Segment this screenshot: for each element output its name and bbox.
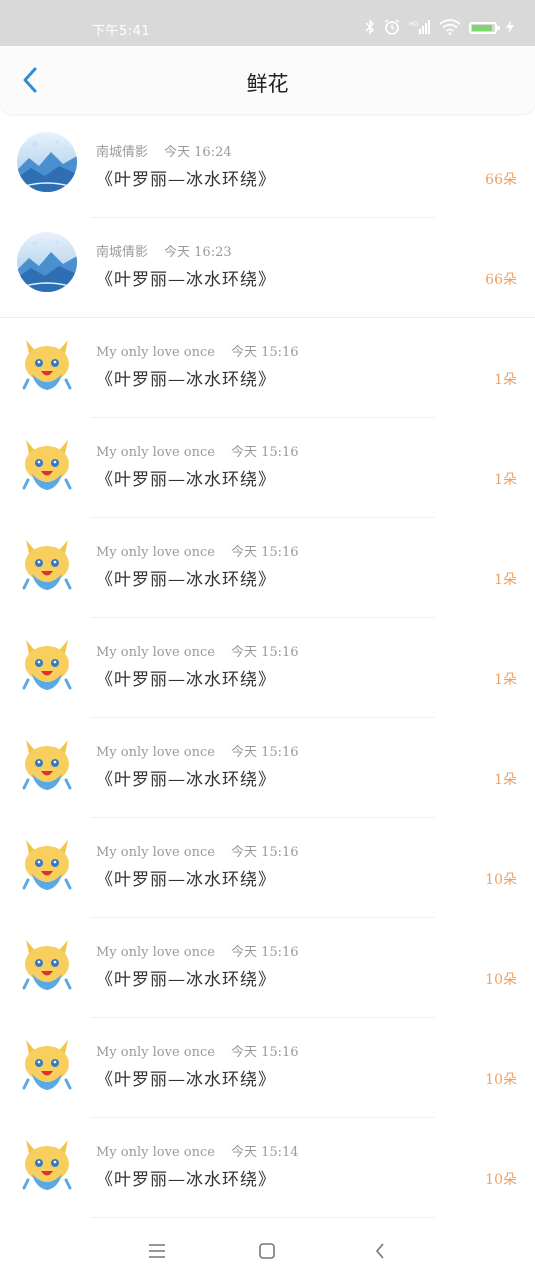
send-time: 今天 16:24 <box>164 145 232 160</box>
sender-name: My only love once <box>96 645 215 660</box>
home-square-icon <box>259 1243 275 1259</box>
fox-avatar <box>22 740 72 790</box>
flower-count: 66朵 <box>485 272 517 288</box>
page-title: 鲜花 <box>246 72 289 96</box>
sender-name: My only love once <box>96 545 215 560</box>
fox-avatar <box>22 540 72 590</box>
landscape-avatar <box>17 132 77 192</box>
flower-count: 10朵 <box>485 1172 517 1188</box>
bluetooth-icon <box>365 18 375 38</box>
work-title: 《叶罗丽—冰水环绕》 <box>96 670 276 690</box>
work-title: 《叶罗丽—冰水环绕》 <box>96 770 276 790</box>
item-meta: My only love once 今天 15:16 <box>96 641 299 660</box>
menu-icon <box>149 1244 165 1258</box>
fox-avatar <box>22 640 72 690</box>
sender-name: 南城倩影 <box>96 145 149 160</box>
send-time: 今天 15:16 <box>230 845 299 860</box>
list-item[interactable]: My only love once 今天 15:16 《叶罗丽—冰水环绕》 1朵 <box>0 318 535 418</box>
fox-avatar <box>22 340 72 390</box>
list-item[interactable]: 南城倩影 今天 16:24 《叶罗丽—冰水环绕》 66朵 <box>0 118 535 218</box>
alarm-icon <box>383 18 401 39</box>
item-meta: 南城倩影 今天 16:24 <box>96 141 232 160</box>
send-time: 今天 15:16 <box>230 345 299 360</box>
item-meta: My only love once 今天 15:16 <box>96 941 299 960</box>
list-item[interactable]: My only love once 今天 15:16 《叶罗丽—冰水环绕》 1朵 <box>0 618 535 718</box>
fox-avatar <box>22 440 72 490</box>
battery-icon <box>469 22 500 34</box>
work-title: 《叶罗丽—冰水环绕》 <box>96 570 276 590</box>
flower-count: 10朵 <box>485 972 517 988</box>
flower-count: 1朵 <box>494 572 517 588</box>
list-item[interactable]: My only love once 今天 15:16 《叶罗丽—冰水环绕》 1朵 <box>0 418 535 518</box>
send-time: 今天 15:14 <box>230 1145 299 1160</box>
item-meta: My only love once 今天 15:16 <box>96 1041 299 1060</box>
sender-name: My only love once <box>96 845 215 860</box>
list-item[interactable]: My only love once 今天 15:16 《叶罗丽—冰水环绕》 10朵 <box>0 818 535 918</box>
work-title: 《叶罗丽—冰水环绕》 <box>96 870 276 890</box>
work-title: 《叶罗丽—冰水环绕》 <box>96 370 276 390</box>
item-meta: My only love once 今天 15:14 <box>96 1141 299 1160</box>
list-item[interactable]: My only love once 今天 15:16 《叶罗丽—冰水环绕》 1朵 <box>0 718 535 818</box>
list-item[interactable]: My only love once 今天 15:16 《叶罗丽—冰水环绕》 1朵 <box>0 518 535 618</box>
flower-count: 10朵 <box>485 1072 517 1088</box>
back-chevron-icon <box>375 1243 384 1259</box>
send-time: 今天 15:16 <box>230 745 299 760</box>
work-title: 《叶罗丽—冰水环绕》 <box>96 170 276 190</box>
nav-menu-button[interactable] <box>142 1236 172 1266</box>
landscape-avatar <box>17 232 77 292</box>
work-title: 《叶罗丽—冰水环绕》 <box>96 470 276 490</box>
sender-name: My only love once <box>96 945 215 960</box>
list-item[interactable]: My only love once 今天 15:16 《叶罗丽—冰水环绕》 10朵 <box>0 918 535 1018</box>
svg-text:HD: HD <box>409 21 419 28</box>
flower-count: 66朵 <box>485 172 517 188</box>
flower-count: 1朵 <box>494 472 517 488</box>
item-meta: My only love once 今天 15:16 <box>96 741 299 760</box>
flower-list: 南城倩影 今天 16:24 《叶罗丽—冰水环绕》 66朵 南城倩影 今天 16:23… <box>0 118 535 1218</box>
work-title: 《叶罗丽—冰水环绕》 <box>96 1070 276 1090</box>
fox-avatar <box>22 840 72 890</box>
item-meta: My only love once 今天 15:16 <box>96 541 299 560</box>
flower-count: 10朵 <box>485 872 517 888</box>
list-item[interactable]: My only love once 今天 15:16 《叶罗丽—冰水环绕》 10朵 <box>0 1018 535 1118</box>
item-meta: My only love once 今天 15:16 <box>96 841 299 860</box>
signal-icon: HD <box>409 19 431 38</box>
app-header: 鲜花 <box>0 46 535 114</box>
status-icons: HD <box>365 18 515 38</box>
work-title: 《叶罗丽—冰水环绕》 <box>96 1170 276 1190</box>
sender-name: My only love once <box>96 745 215 760</box>
charging-icon <box>505 19 515 37</box>
wifi-icon <box>439 18 461 38</box>
fox-avatar <box>22 940 72 990</box>
nav-home-button[interactable] <box>252 1236 282 1266</box>
system-nav-bar <box>0 1222 535 1280</box>
sender-name: My only love once <box>96 1045 215 1060</box>
list-item[interactable]: My only love once 今天 15:14 《叶罗丽—冰水环绕》 10朵 <box>0 1118 535 1218</box>
sender-name: My only love once <box>96 1145 215 1160</box>
sender-name: My only love once <box>96 345 215 360</box>
flower-count: 1朵 <box>494 672 517 688</box>
flower-count: 1朵 <box>494 772 517 788</box>
nav-back-button[interactable] <box>365 1236 395 1266</box>
sender-name: My only love once <box>96 445 215 460</box>
item-meta: My only love once 今天 15:16 <box>96 441 299 460</box>
send-time: 今天 15:16 <box>230 645 299 660</box>
sender-name: 南城倩影 <box>96 245 149 260</box>
status-bar: 下午5:41 HD <box>0 0 535 46</box>
send-time: 今天 15:16 <box>230 1045 299 1060</box>
divider <box>90 1217 435 1218</box>
status-time: 下午5:41 <box>92 24 151 39</box>
send-time: 今天 15:16 <box>230 545 299 560</box>
send-time: 今天 16:23 <box>164 245 232 260</box>
item-meta: My only love once 今天 15:16 <box>96 341 299 360</box>
item-meta: 南城倩影 今天 16:23 <box>96 241 232 260</box>
send-time: 今天 15:16 <box>230 945 299 960</box>
work-title: 《叶罗丽—冰水环绕》 <box>96 270 276 290</box>
list-item[interactable]: 南城倩影 今天 16:23 《叶罗丽—冰水环绕》 66朵 <box>0 218 535 318</box>
flower-count: 1朵 <box>494 372 517 388</box>
work-title: 《叶罗丽—冰水环绕》 <box>96 970 276 990</box>
fox-avatar <box>22 1140 72 1190</box>
fox-avatar <box>22 1040 72 1090</box>
send-time: 今天 15:16 <box>230 445 299 460</box>
